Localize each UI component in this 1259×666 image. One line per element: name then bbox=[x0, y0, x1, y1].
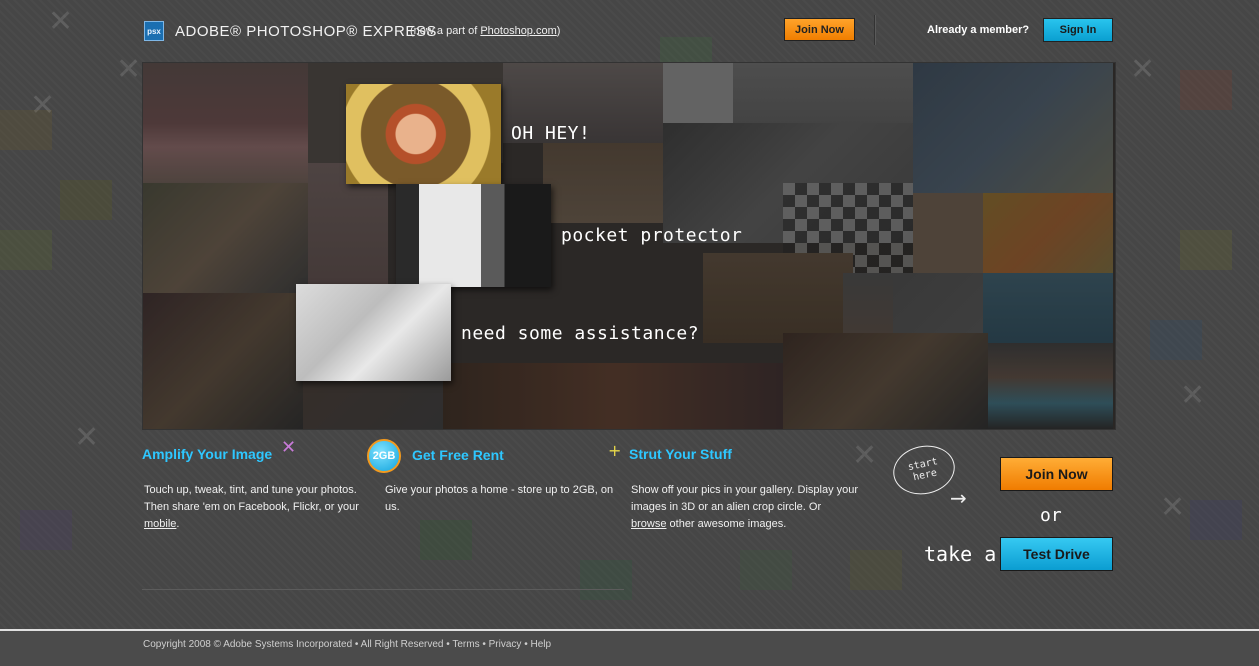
2gb-badge-icon: 2GB bbox=[367, 439, 401, 473]
sparkle-icon: ✕ bbox=[281, 437, 297, 458]
feature-strut-text-end: other awesome images. bbox=[666, 518, 787, 530]
join-now-button[interactable]: Join Now bbox=[1000, 457, 1113, 491]
photoshop-com-link[interactable]: Photoshop.com bbox=[480, 25, 556, 37]
feature-amplify-text-body: Touch up, tweak, tint, and tune your pho… bbox=[144, 484, 359, 513]
caption-pocket-protector: pocket protector bbox=[561, 225, 743, 246]
brand-sub-prefix: (now a part of bbox=[410, 25, 481, 37]
brand-subtitle: (now a part of Photoshop.com) bbox=[410, 25, 560, 37]
test-drive-button[interactable]: Test Drive bbox=[1000, 537, 1113, 571]
sparkle-yellow-icon: + bbox=[608, 441, 622, 460]
brand-title: ADOBE® PHOTOSHOP® EXPRESS bbox=[175, 23, 437, 40]
arrow-right-icon: → bbox=[950, 486, 967, 510]
header-divider bbox=[874, 15, 875, 45]
browse-link[interactable]: browse bbox=[631, 518, 666, 530]
feature-amplify-title[interactable]: Amplify Your Image bbox=[142, 446, 272, 462]
join-now-header-button[interactable]: Join Now bbox=[784, 18, 855, 41]
or-label: or bbox=[1040, 505, 1062, 526]
photo-assistance bbox=[296, 284, 451, 381]
photo-pocket bbox=[396, 184, 551, 287]
caption-need-assistance: need some assistance? bbox=[461, 323, 700, 344]
hero-shade bbox=[143, 63, 1115, 429]
psx-logo-icon: psx bbox=[144, 21, 164, 41]
feature-amplify-text: Touch up, tweak, tint, and tune your pho… bbox=[144, 482, 369, 533]
already-member-label: Already a member? bbox=[927, 24, 1030, 36]
photo-woman bbox=[346, 84, 501, 184]
sign-in-button[interactable]: Sign In bbox=[1043, 18, 1113, 42]
feature-amplify-text-end: . bbox=[176, 518, 180, 530]
feature-rent-text: Give your photos a home - store up to 2G… bbox=[385, 484, 614, 513]
mobile-link[interactable]: mobile bbox=[144, 518, 176, 530]
hero-collage: OH HEY! pocket protector need some assis… bbox=[142, 62, 1116, 430]
brand-sub-suffix: ) bbox=[556, 25, 561, 37]
feature-strut-text-body: Show off your pics in your gallery. Disp… bbox=[631, 484, 859, 513]
footer-copyright: Copyright 2008 © Adobe Systems Incorpora… bbox=[143, 639, 552, 650]
caption-oh-hey: OH HEY! bbox=[511, 123, 591, 144]
features-divider bbox=[142, 589, 624, 590]
take-a-label: take a bbox=[924, 542, 997, 566]
feature-strut-text: Show off your pics in your gallery. Disp… bbox=[631, 482, 859, 533]
feature-strut-title[interactable]: Strut Your Stuff bbox=[629, 446, 732, 462]
feature-rent-title[interactable]: Get Free Rent bbox=[412, 447, 504, 463]
